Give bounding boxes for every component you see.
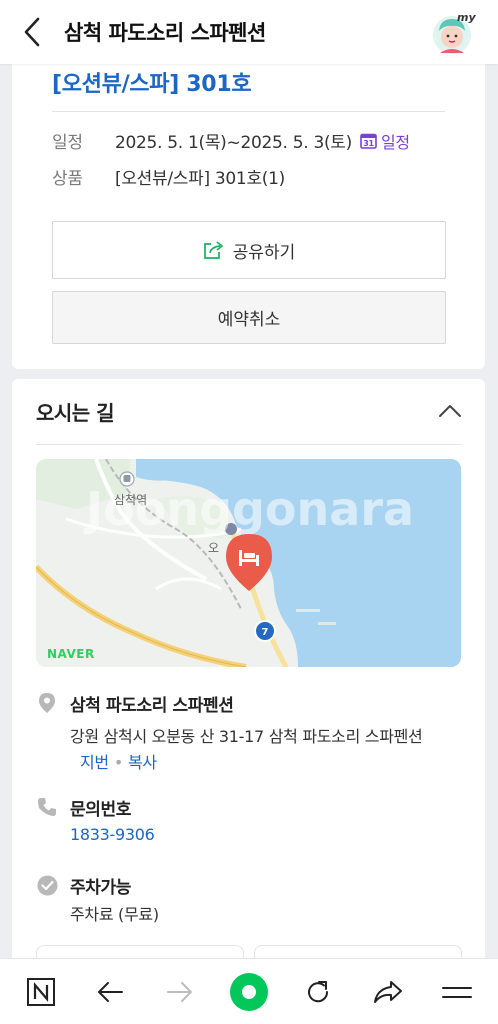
home-green-icon — [229, 972, 268, 1011]
naver-map-logo: NAVER — [47, 647, 95, 661]
calendar-icon: 31 — [360, 133, 377, 149]
svg-text:31: 31 — [363, 139, 374, 148]
parking-value: 주차료 (무료) — [70, 905, 159, 924]
nav-back-button[interactable] — [84, 966, 136, 1018]
share-page-button[interactable] — [362, 966, 414, 1018]
divider — [36, 444, 461, 445]
phone-icon — [36, 796, 58, 818]
jibun-link[interactable]: 지번 — [80, 753, 109, 772]
map-graphic: 7 Joonggonara — [36, 459, 461, 667]
share-icon — [203, 241, 223, 259]
chevron-left-icon — [24, 17, 40, 47]
parking-block: 주차가능 주차료 (무료) — [36, 873, 466, 929]
back-arrow-icon — [98, 981, 124, 1002]
map-view[interactable]: 7 Joonggonara 삼척역 오 NAVER — [36, 459, 461, 667]
address-text: 강원 삼척시 오분동 산 31-17 삼척 파도소리 스파펜션 — [70, 727, 423, 746]
forward-arrow-icon — [166, 981, 192, 1002]
cancel-reservation-button[interactable]: 예약취소 — [52, 291, 446, 344]
chevron-up-icon — [439, 405, 461, 417]
my-profile-button[interactable]: my — [432, 11, 476, 55]
location-pin-icon — [36, 692, 58, 714]
naver-home-button[interactable] — [15, 966, 67, 1018]
calendar-link-label: 일정 — [380, 132, 410, 152]
calendar-link[interactable]: 31 일정 — [360, 129, 410, 153]
avatar-icon: my — [433, 11, 476, 54]
address-block: 삼척 파도소리 스파펜션 강원 삼척시 오분동 산 31-17 삼척 파도소리 … — [36, 691, 466, 773]
back-button[interactable] — [0, 0, 64, 64]
menu-icon — [442, 986, 473, 998]
refresh-button[interactable] — [292, 966, 344, 1018]
share-button[interactable]: 공유하기 — [52, 221, 446, 279]
naver-n-icon — [26, 977, 55, 1006]
map-place-label: 오 — [208, 541, 220, 555]
share-button-label: 공유하기 — [232, 242, 296, 263]
place-name: 삼척 파도소리 스파펜션 — [70, 696, 234, 716]
phone-block: 문의번호 1833-9306 — [36, 795, 466, 851]
product-row: 상품 [오션뷰/스파] 301호(1) — [52, 164, 285, 189]
collapse-button[interactable] — [437, 401, 463, 421]
check-circle-icon — [36, 874, 58, 896]
date-value: 2025. 5. 1(목)~2025. 5. 3(토) — [115, 133, 352, 153]
share-arrow-icon — [373, 980, 402, 1003]
date-label: 일정 — [52, 133, 83, 153]
booking-card: [오션뷰/스파] 301호 일정 2025. 5. 1(목)~2025. 5. … — [12, 64, 485, 369]
directions-card: 오시는 길 7 Joonggonara 삼척역 오 NAVER 삼척 파도소리 … — [12, 379, 485, 985]
section-title: 오시는 길 — [36, 401, 115, 425]
svg-text:my: my — [457, 11, 476, 24]
divider — [52, 111, 445, 112]
map-station-label: 삼척역 — [114, 493, 148, 507]
refresh-icon — [308, 980, 329, 1002]
svg-text:7: 7 — [262, 627, 269, 638]
parking-label: 주차가능 — [70, 878, 131, 898]
page-title: 삼척 파도소리 스파펜션 — [64, 21, 266, 45]
address-actions: 지번 • 복사 — [80, 749, 157, 773]
product-value: [오션뷰/스파] 301호(1) — [115, 169, 285, 189]
nav-forward-button[interactable] — [154, 966, 206, 1018]
separator-dot: • — [113, 753, 123, 772]
phone-number-link[interactable]: 1833-9306 — [70, 825, 155, 844]
green-home-button[interactable] — [223, 966, 275, 1018]
room-title: [오션뷰/스파] 301호 — [52, 72, 252, 97]
phone-label: 문의번호 — [70, 800, 131, 820]
date-row: 일정 2025. 5. 1(목)~2025. 5. 3(토) 31 일정 — [52, 128, 410, 154]
cancel-button-label: 예약취소 — [217, 310, 281, 330]
product-label: 상품 — [52, 169, 83, 189]
browser-navbar — [0, 958, 498, 1024]
top-header: 삼척 파도소리 스파펜션 my — [0, 0, 498, 64]
menu-button[interactable] — [431, 966, 483, 1018]
copy-link[interactable]: 복사 — [128, 753, 157, 772]
